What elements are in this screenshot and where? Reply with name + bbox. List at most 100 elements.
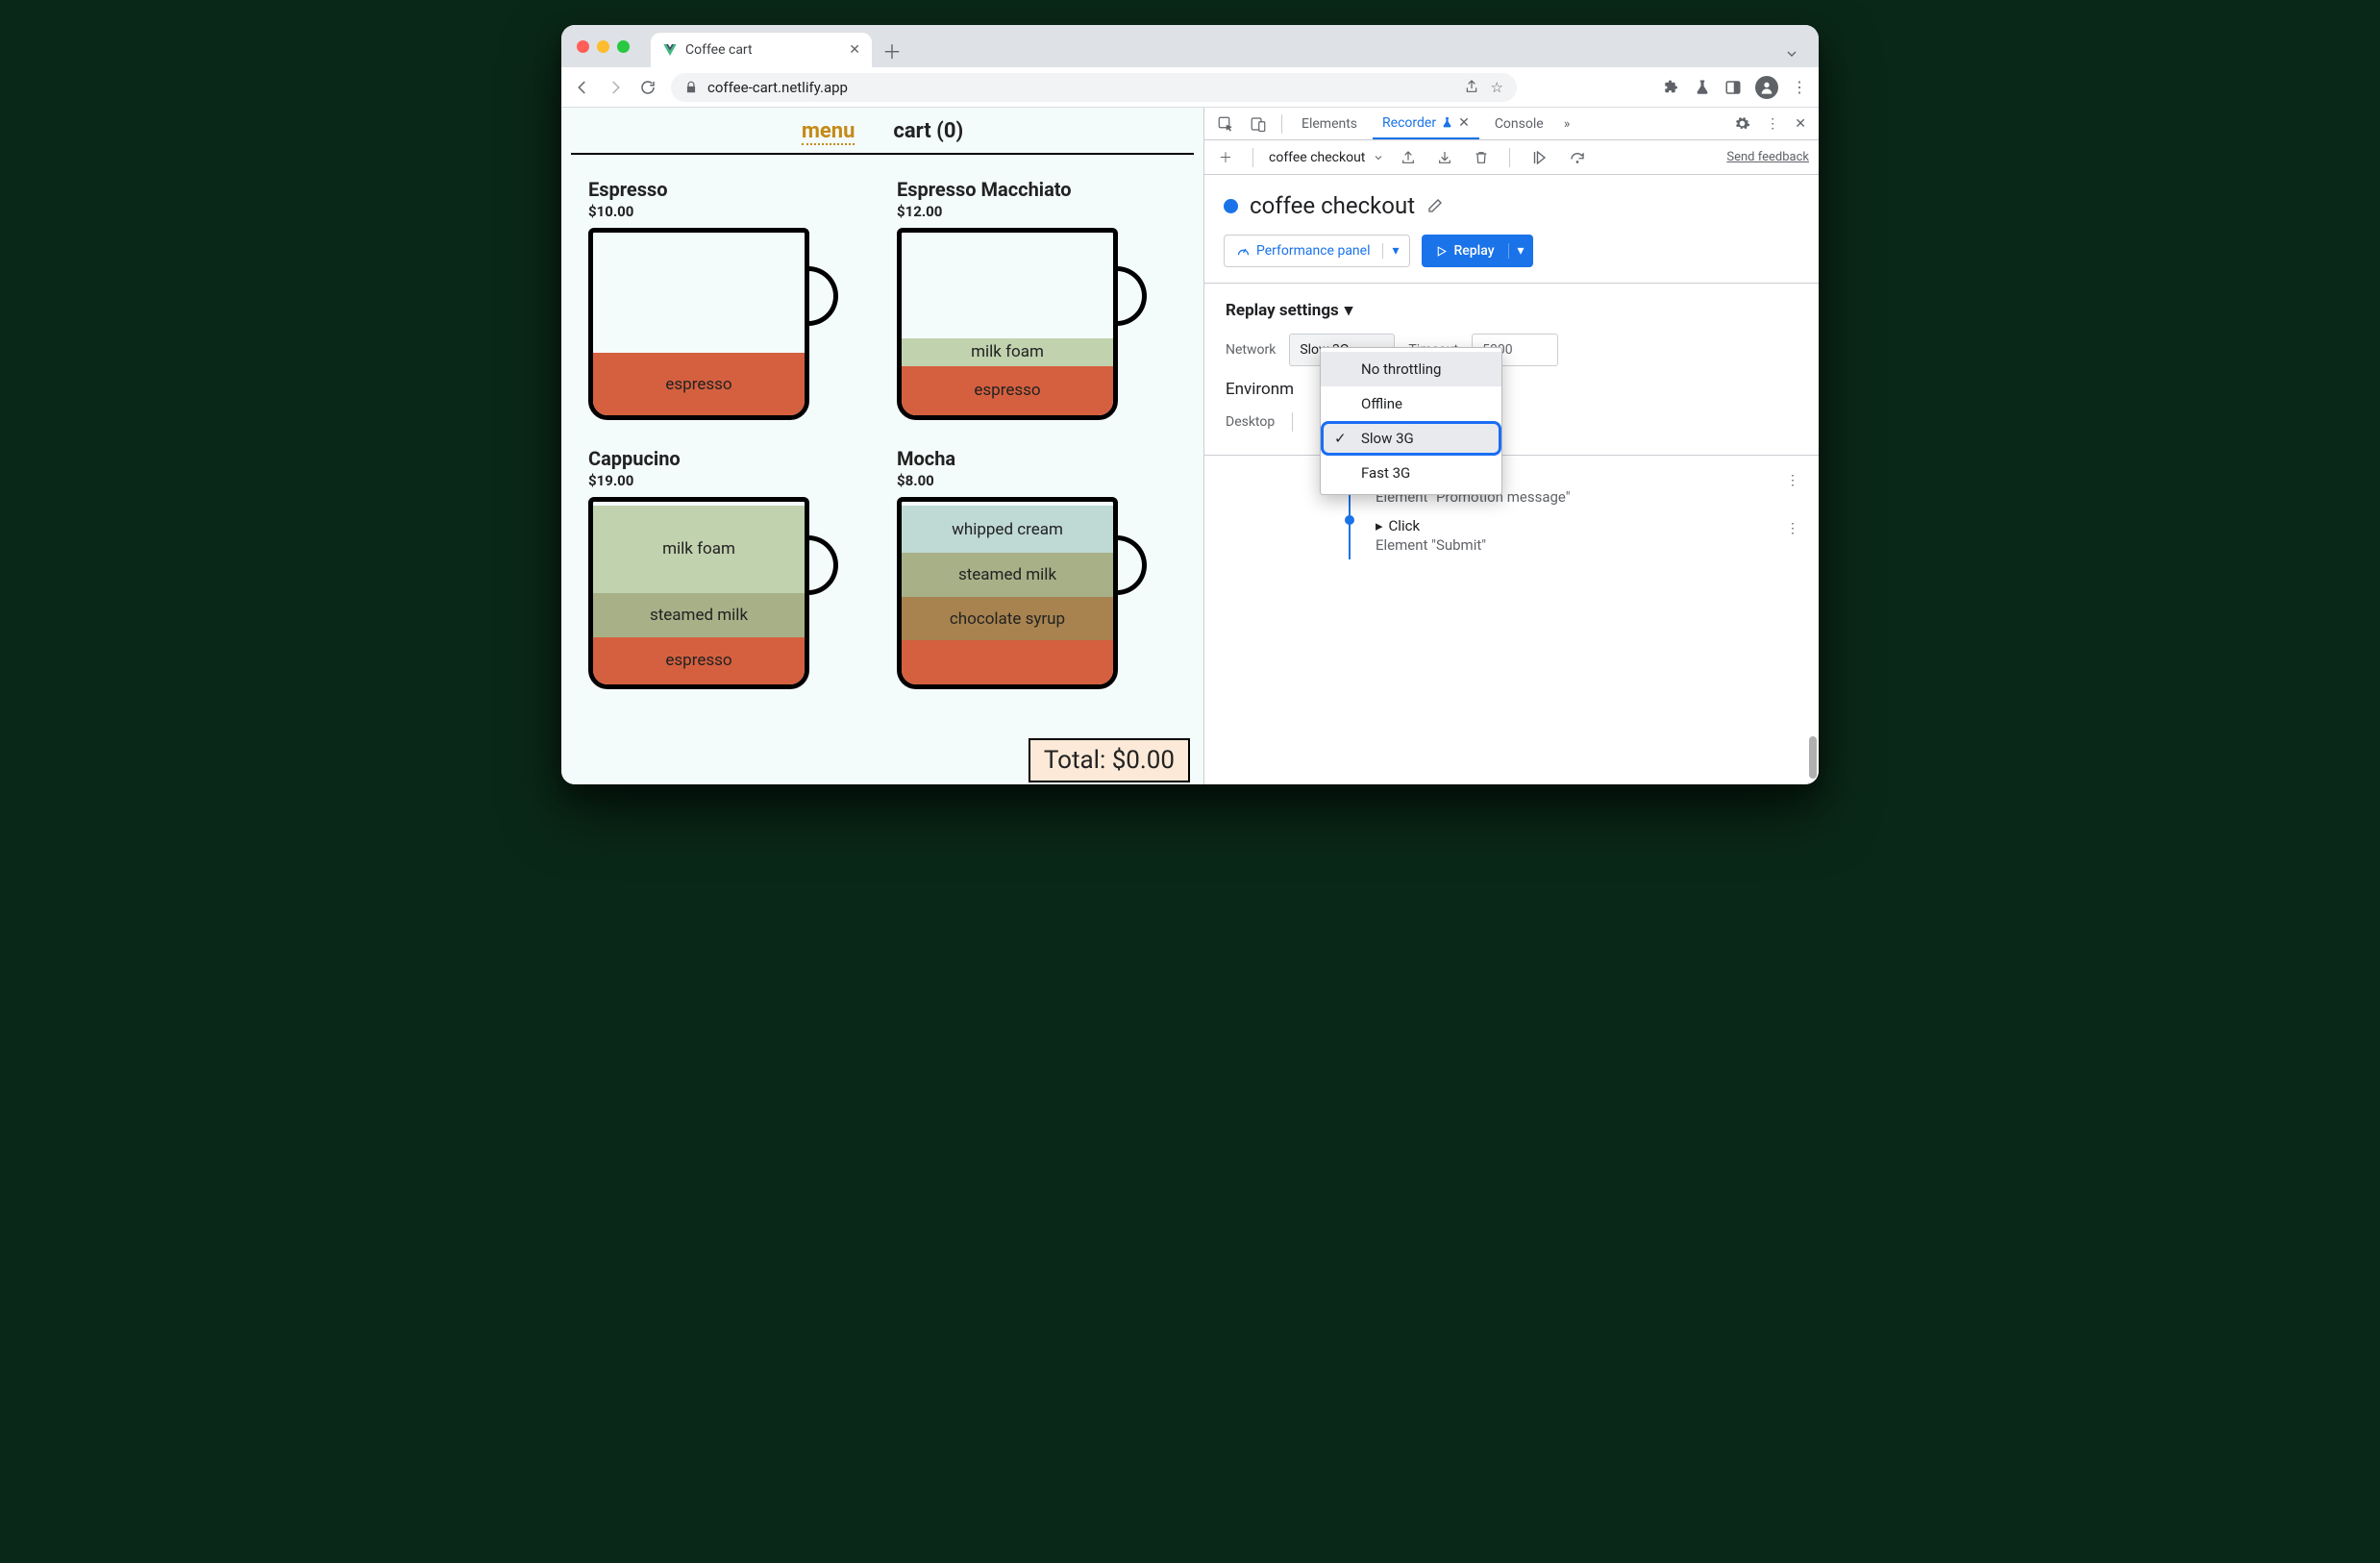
recording-title: coffee checkout (1250, 192, 1415, 219)
recording-select[interactable]: coffee checkout (1269, 150, 1365, 165)
page-nav: menu cart (0) (561, 108, 1203, 153)
url-toolbar: coffee-cart.netlify.app ☆ ⋮ (561, 67, 1819, 108)
expand-icon[interactable]: ▸ (1376, 517, 1383, 534)
record-indicator-icon (1224, 199, 1238, 213)
recording-steps: ▸Click Element "Promotion message" ⋮ ▸ Cl… (1204, 455, 1819, 567)
product-mocha[interactable]: Mocha $8.00 whipped cream steamed milk c… (897, 447, 1177, 689)
step-menu-icon[interactable]: ⋮ (1786, 521, 1799, 536)
more-tabs-icon[interactable]: » (1559, 116, 1575, 132)
layer-milk-foam: milk foam (902, 338, 1113, 366)
step-over-icon[interactable] (1564, 149, 1591, 166)
browser-menu-icon[interactable]: ⋮ (1792, 78, 1807, 96)
option-no-throttling[interactable]: No throttling (1321, 352, 1501, 386)
edit-title-icon[interactable] (1426, 197, 1444, 214)
vue-favicon-icon (662, 42, 678, 58)
product-price: $19.00 (588, 472, 868, 489)
step-detail: Element "Submit" (1376, 536, 1486, 554)
option-slow-3g[interactable]: ✓ Slow 3G (1321, 421, 1501, 456)
product-price: $12.00 (897, 203, 1177, 220)
network-label: Network (1226, 342, 1276, 358)
nav-menu-link[interactable]: menu (802, 119, 855, 145)
maximize-window-button[interactable] (617, 40, 630, 53)
gauge-icon (1236, 244, 1251, 259)
share-icon[interactable] (1464, 79, 1479, 96)
replay-button[interactable]: Replay ▾ (1422, 235, 1533, 267)
option-fast-3g[interactable]: Fast 3G (1321, 456, 1501, 490)
product-name: Cappucino (588, 447, 868, 470)
environment-label: Environm (1226, 380, 1294, 399)
layer-steamed-milk: steamed milk (902, 553, 1113, 597)
close-devtools-icon[interactable]: ✕ (1790, 116, 1811, 132)
layer-milk-foam: milk foam (593, 506, 805, 593)
settings-icon[interactable] (1729, 115, 1755, 132)
play-icon (1435, 245, 1448, 258)
product-name: Espresso Macchiato (897, 178, 1177, 201)
recorder-toolbar: ＋ coffee checkout Send feedback (1204, 140, 1819, 175)
product-price: $8.00 (897, 472, 1177, 489)
product-espresso[interactable]: Espresso $10.00 espresso (588, 178, 868, 420)
send-feedback-link[interactable]: Send feedback (1726, 150, 1809, 164)
profile-avatar[interactable] (1755, 76, 1778, 99)
step-row[interactable]: ▸ Click Element "Submit" ⋮ (1204, 511, 1819, 559)
devtools-panel: Elements Recorder ✕ Console » ⋮ ✕ ＋ (1203, 108, 1819, 784)
recorder-header: coffee checkout Performance panel ▾ (1204, 175, 1819, 284)
url-text: coffee-cart.netlify.app (707, 79, 848, 96)
devtools-tabs: Elements Recorder ✕ Console » ⋮ ✕ (1204, 108, 1819, 140)
device-label: Desktop (1226, 414, 1275, 430)
layer-espresso: espresso (593, 353, 805, 415)
settings-heading[interactable]: Replay settings ▾ (1226, 301, 1797, 320)
tab-strip: Coffee cart ✕ ＋ (561, 25, 1819, 67)
labs-icon[interactable] (1694, 79, 1711, 96)
nav-cart-link[interactable]: cart (0) (893, 119, 963, 145)
reload-button[interactable] (638, 79, 657, 96)
step-menu-icon[interactable]: ⋮ (1786, 473, 1799, 488)
new-tab-button[interactable]: ＋ (878, 36, 906, 64)
chevron-down-icon[interactable] (1373, 152, 1384, 163)
new-recording-icon[interactable]: ＋ (1214, 148, 1237, 167)
layer-espresso: espresso (593, 637, 805, 684)
minimize-window-button[interactable] (597, 40, 609, 53)
window-controls (571, 25, 639, 67)
performance-dropdown-icon[interactable]: ▾ (1382, 243, 1409, 259)
step-title: Click (1389, 517, 1421, 534)
flask-icon (1441, 116, 1453, 129)
tab-console[interactable]: Console (1485, 108, 1553, 139)
layer-espresso: espresso (902, 366, 1113, 415)
step-row[interactable]: ▸Click Element "Promotion message" ⋮ (1204, 463, 1819, 511)
product-macchiato[interactable]: Espresso Macchiato $12.00 milk foam espr… (897, 178, 1177, 420)
network-dropdown: No throttling Offline ✓ Slow 3G Fast 3G (1320, 347, 1502, 495)
device-mode-icon[interactable] (1245, 115, 1272, 133)
delete-icon[interactable] (1469, 150, 1494, 165)
import-icon[interactable] (1432, 150, 1457, 165)
replay-dropdown-icon[interactable]: ▾ (1508, 243, 1533, 259)
tab-recorder[interactable]: Recorder ✕ (1373, 108, 1479, 139)
product-price: $10.00 (588, 203, 868, 220)
tab-title: Coffee cart (685, 42, 753, 58)
address-bar[interactable]: coffee-cart.netlify.app ☆ (671, 73, 1517, 102)
chevron-down-icon: ▾ (1345, 301, 1353, 320)
side-panel-icon[interactable] (1724, 79, 1742, 96)
cart-total[interactable]: Total: $0.00 (1029, 738, 1190, 782)
product-cappucino[interactable]: Cappucino $19.00 milk foam steamed milk … (588, 447, 868, 689)
scrollbar-thumb[interactable] (1809, 736, 1817, 779)
back-button[interactable] (573, 79, 592, 96)
bookmark-icon[interactable]: ☆ (1491, 79, 1503, 96)
close-window-button[interactable] (577, 40, 589, 53)
forward-button[interactable] (606, 79, 625, 96)
export-icon[interactable] (1396, 150, 1421, 165)
performance-panel-button[interactable]: Performance panel ▾ (1224, 235, 1410, 267)
webpage: menu cart (0) Espresso $10.00 espresso (561, 108, 1203, 784)
tab-elements[interactable]: Elements (1292, 108, 1367, 139)
extensions-icon[interactable] (1663, 79, 1680, 96)
devtools-menu-icon[interactable]: ⋮ (1761, 116, 1784, 132)
inspect-icon[interactable] (1212, 115, 1239, 133)
layer-chocolate-syrup: chocolate syrup (902, 597, 1113, 641)
browser-tab[interactable]: Coffee cart ✕ (651, 33, 872, 67)
product-name: Espresso (588, 178, 868, 201)
layer-steamed-milk: steamed milk (593, 593, 805, 637)
close-tab-icon[interactable]: ✕ (849, 42, 860, 58)
option-offline[interactable]: Offline (1321, 386, 1501, 421)
close-tab-icon[interactable]: ✕ (1458, 115, 1470, 131)
step-play-icon[interactable] (1525, 149, 1552, 166)
tabs-overflow-icon[interactable] (1784, 46, 1799, 62)
